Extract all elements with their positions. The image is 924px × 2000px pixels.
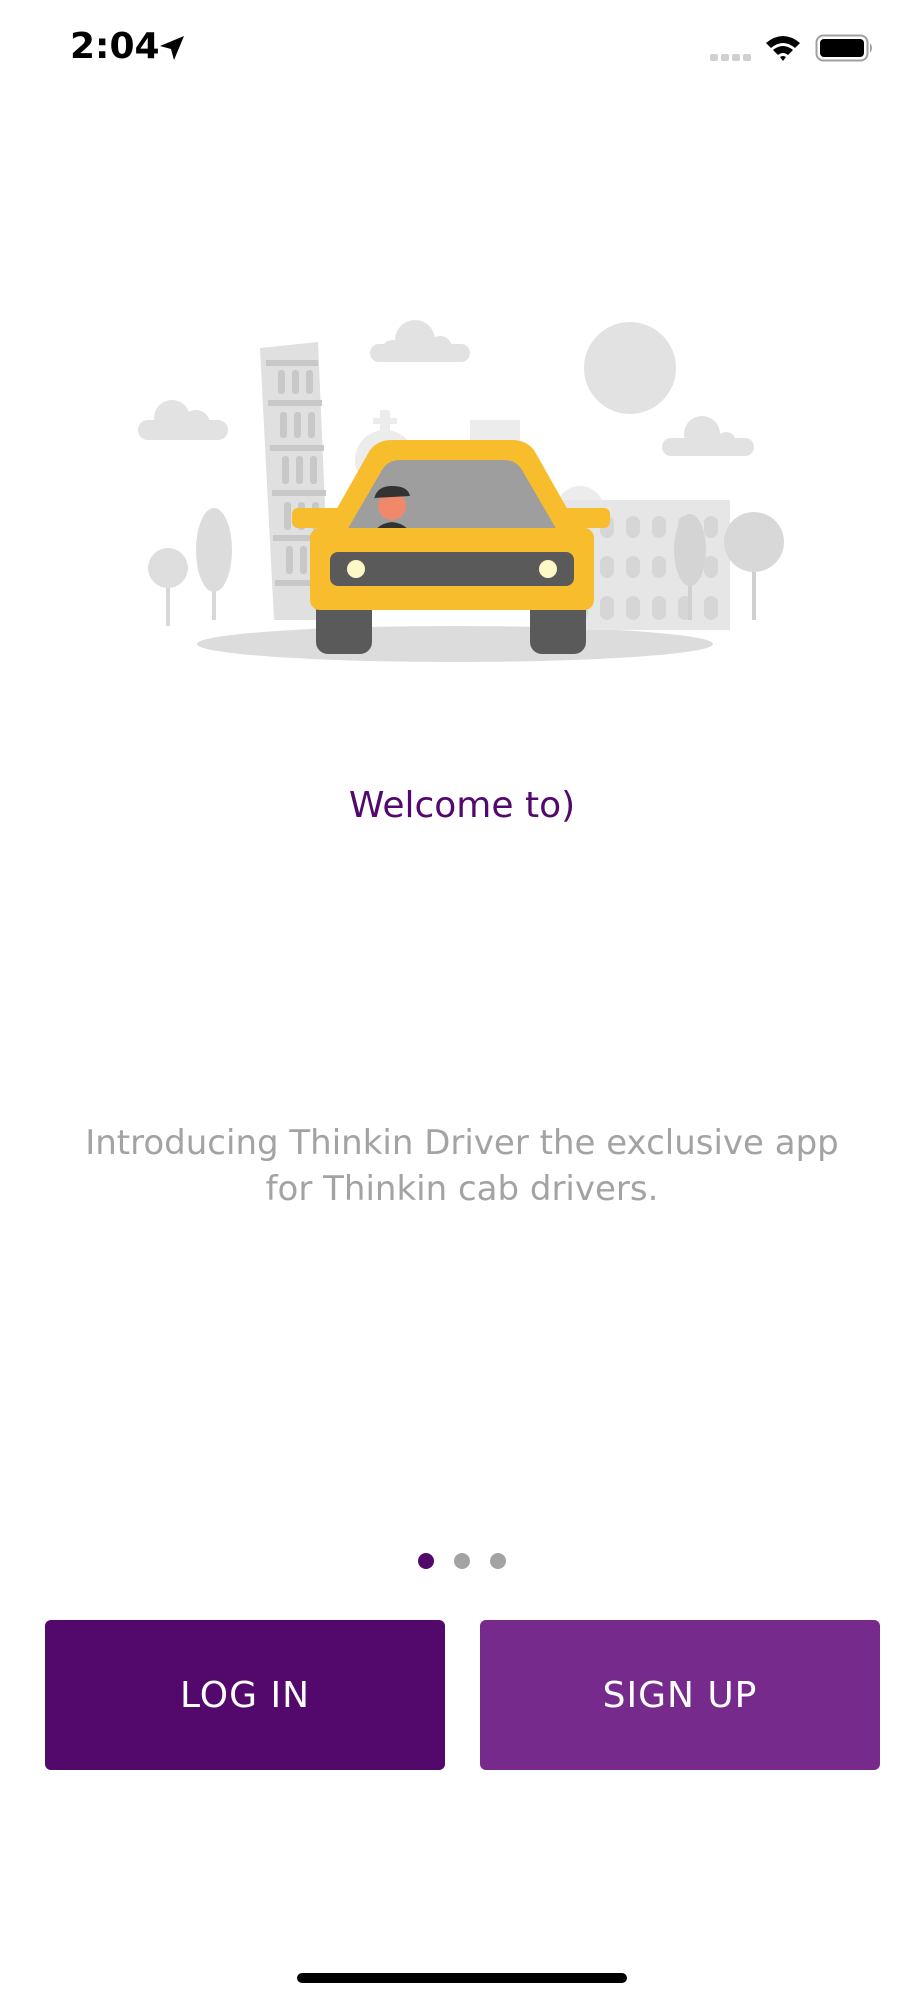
page-dot-1[interactable] (418, 1553, 434, 1569)
status-bar: 2:04 (0, 0, 924, 100)
welcome-title: Welcome to) (348, 785, 576, 826)
taxi-city-illustration (138, 320, 784, 662)
signal-icon (710, 54, 751, 61)
battery-icon (815, 34, 872, 62)
intro-description: Introducing Thinkin Driver the exclusive… (85, 1123, 839, 1209)
home-indicator[interactable] (297, 1973, 627, 1983)
status-time: 2:04 (70, 26, 160, 67)
page-indicator (0, 1553, 924, 1569)
wifi-icon (766, 36, 800, 61)
login-button[interactable]: LOG IN (45, 1620, 445, 1770)
location-arrow-icon (160, 36, 184, 60)
page-dot-2[interactable] (454, 1553, 470, 1569)
signup-button[interactable]: SIGN UP (480, 1620, 880, 1770)
page-dot-3[interactable] (490, 1553, 506, 1569)
